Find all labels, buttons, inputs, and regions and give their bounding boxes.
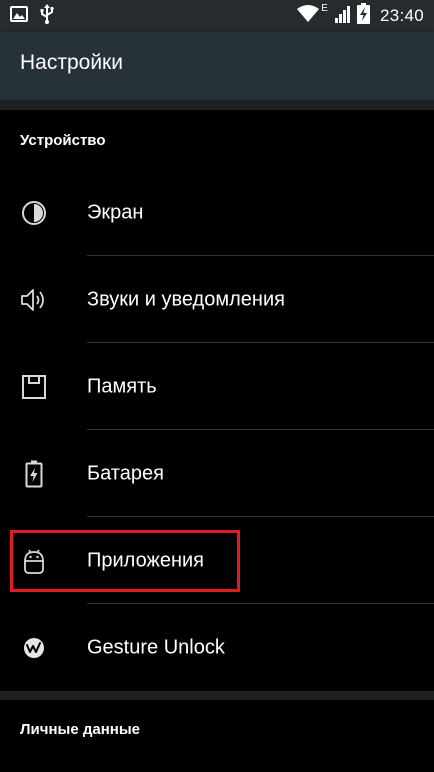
settings-item-sounds[interactable]: Звуки и уведомления (0, 256, 434, 343)
signal-icon (334, 5, 351, 28)
settings-item-storage[interactable]: Память (0, 343, 434, 430)
battery-charging-icon (356, 3, 370, 29)
settings-item-label: Память (87, 375, 157, 397)
storage-icon (20, 373, 48, 401)
settings-item-label: Gesture Unlock (87, 636, 225, 658)
android-icon (20, 547, 48, 575)
settings-item-display[interactable]: Экран (0, 169, 434, 256)
action-bar: Настройки (0, 32, 434, 100)
section-divider (0, 691, 434, 700)
settings-screen: E 23:40 Настройки Устройство Экран Звуки… (0, 0, 434, 772)
display-icon (20, 199, 48, 227)
section-header-device: Устройство (20, 132, 106, 149)
wifi-icon (297, 5, 320, 27)
status-time: 23:40 (379, 6, 424, 25)
gesture-icon (20, 634, 48, 662)
speaker-icon (20, 286, 48, 314)
header-divider (0, 100, 434, 110)
status-bar: E 23:40 (0, 0, 434, 32)
battery-icon (20, 460, 48, 488)
settings-item-label: Экран (87, 201, 144, 223)
network-type-label: E (321, 3, 328, 14)
image-icon (10, 5, 28, 27)
settings-item-label: Батарея (87, 462, 164, 484)
settings-item-gesture-unlock[interactable]: Gesture Unlock (0, 604, 434, 691)
settings-item-apps[interactable]: Приложения (0, 517, 434, 604)
settings-item-battery[interactable]: Батарея (0, 430, 434, 517)
settings-item-label: Приложения (87, 549, 205, 571)
settings-item-label: Звуки и уведомления (87, 288, 285, 310)
usb-icon (40, 3, 54, 29)
page-title: Настройки (20, 51, 123, 74)
section-header-personal: Личные данные (20, 721, 140, 738)
